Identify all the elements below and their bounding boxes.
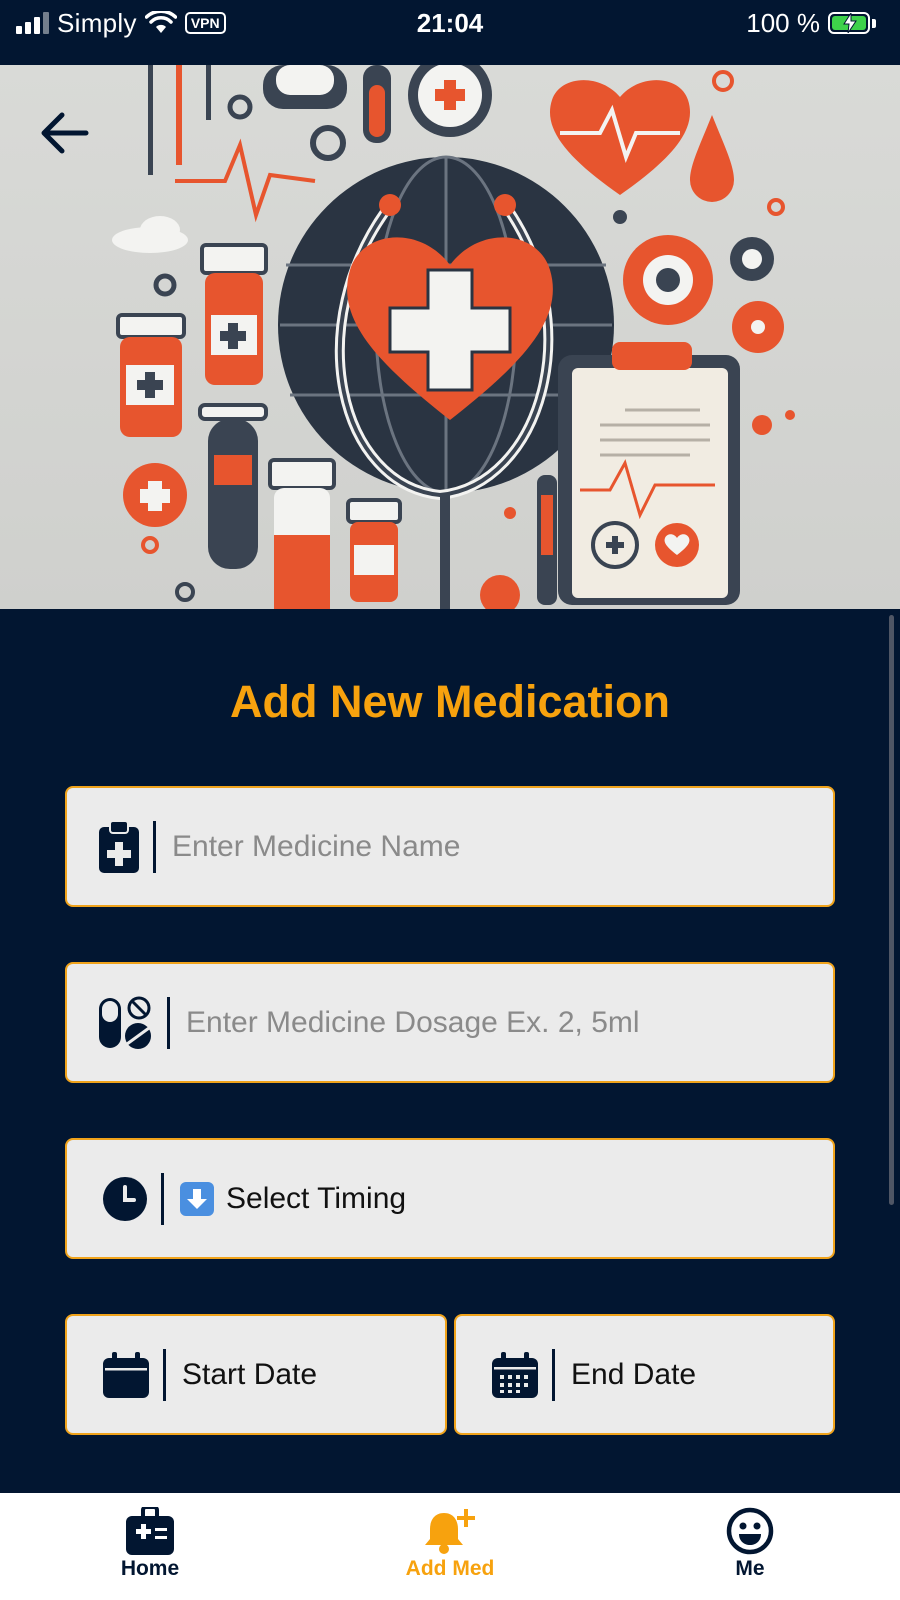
nav-add-med-label: Add Med: [405, 1557, 495, 1580]
arrow-left-icon: [41, 112, 89, 154]
end-date-label: End Date: [571, 1357, 697, 1391]
medicine-dosage-field[interactable]: Enter Medicine Dosage Ex. 2, 5ml: [65, 962, 835, 1083]
start-date-label: Start Date: [182, 1357, 318, 1391]
page-title: Add New Medication: [229, 676, 671, 727]
select-timing-dropdown[interactable]: Select Timing: [65, 1138, 835, 1259]
pills-icon: [99, 996, 153, 1049]
field-divider: [153, 820, 156, 873]
medicine-name-placeholder: Enter Medicine Name: [172, 829, 461, 863]
medicine-dosage-placeholder: Enter Medicine Dosage Ex. 2, 5ml: [186, 1005, 640, 1039]
nav-me[interactable]: Me: [670, 1507, 830, 1581]
back-button[interactable]: [36, 105, 92, 161]
field-divider: [163, 1348, 166, 1401]
calendar-grid-icon: [492, 1350, 538, 1400]
clock-icon: [103, 1174, 147, 1224]
bottom-navigation: Home Add Med Me: [0, 1493, 900, 1600]
battery-percent: 100 %: [746, 7, 820, 38]
medical-illustration-image: [112, 65, 795, 609]
bell-plus-icon: [425, 1509, 475, 1554]
medical-kit-icon: [126, 1507, 174, 1555]
smiley-icon: [726, 1507, 774, 1555]
calendar-icon: [103, 1350, 149, 1400]
nav-home-label: Home: [120, 1557, 180, 1580]
nav-home[interactable]: Home: [70, 1507, 230, 1581]
down-arrow-emoji: [180, 1181, 214, 1216]
status-bar: Simply VPN 21:04 100 %: [0, 0, 900, 65]
clipboard-medical-icon: [99, 820, 139, 873]
field-divider: [167, 996, 170, 1049]
start-date-picker[interactable]: Start Date: [65, 1314, 447, 1435]
end-date-picker[interactable]: End Date: [454, 1314, 835, 1435]
medicine-name-field[interactable]: Enter Medicine Name: [65, 786, 835, 907]
field-divider: [161, 1172, 164, 1225]
battery-icon: [828, 12, 870, 34]
nav-me-label: Me: [735, 1557, 765, 1580]
field-divider: [552, 1348, 555, 1401]
nav-add-med[interactable]: Add Med: [370, 1507, 530, 1581]
select-timing-label: Select Timing: [226, 1181, 407, 1215]
hero-illustration: [0, 65, 900, 609]
status-right: 100 %: [746, 6, 876, 40]
